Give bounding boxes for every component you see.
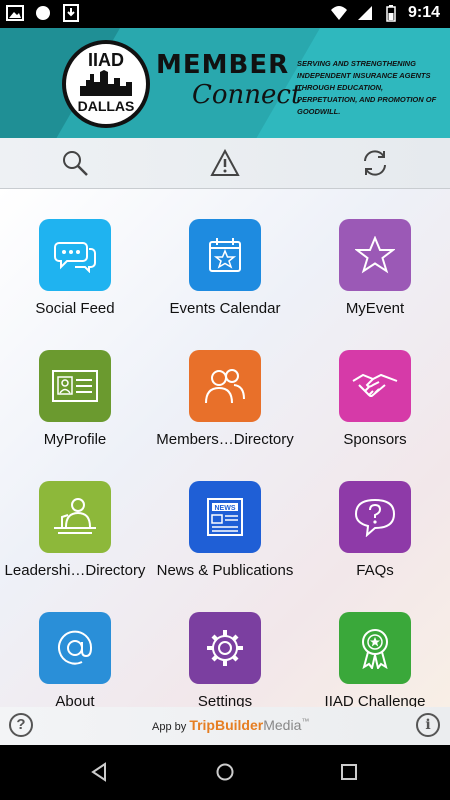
tile-events-calendar[interactable]: Events Calendar — [150, 189, 300, 320]
tile-icon-bg — [39, 219, 111, 291]
tile-icon-bg — [39, 481, 111, 553]
tile-news-publications[interactable]: NEWS News & Publications — [150, 451, 300, 582]
tile-about[interactable]: About — [0, 582, 150, 707]
gallery-icon — [6, 5, 24, 21]
tile-social-feed[interactable]: Social Feed — [0, 189, 150, 320]
search-icon — [63, 151, 88, 176]
info-button[interactable]: i — [416, 713, 440, 737]
battery-icon — [386, 5, 396, 22]
brand-media: Media — [263, 717, 302, 733]
tile-icon-bg — [339, 219, 411, 291]
tile-label: MyProfile — [43, 431, 107, 448]
recents-icon — [341, 764, 357, 780]
iiad-logo: IIAD DALLAS — [62, 40, 150, 128]
record-icon — [36, 6, 50, 20]
tile-icon-bg — [189, 612, 261, 684]
tile-label: Leadershi…Directory — [4, 562, 146, 579]
tile-label: Settings — [197, 693, 253, 707]
logo-bottom-text: DALLAS — [77, 98, 135, 114]
tile-icon-bg — [39, 350, 111, 422]
sync-icon — [364, 150, 386, 176]
tile-sponsors[interactable]: Sponsors — [300, 320, 450, 451]
connect-title: Connect — [192, 80, 302, 110]
question-bubble-icon — [354, 498, 396, 537]
tile-faqs[interactable]: FAQs — [300, 451, 450, 582]
tile-label: Members…Directory — [156, 431, 294, 448]
recents-button[interactable] — [334, 757, 364, 787]
member-title: MEMBER — [156, 50, 290, 80]
tile-label: About — [55, 693, 95, 707]
tile-label: Events Calendar — [169, 300, 281, 317]
trademark: ™ — [301, 717, 310, 726]
tile-icon-bg — [189, 350, 261, 422]
back-icon — [91, 762, 106, 782]
toolbar — [0, 138, 450, 189]
award-icon — [362, 629, 388, 669]
at-icon — [58, 630, 93, 665]
back-button[interactable] — [84, 757, 114, 787]
tile-settings[interactable]: Settings — [150, 582, 300, 707]
logo-top-text: IIAD — [88, 50, 124, 70]
tile-label: MyEvent — [345, 300, 405, 317]
help-button[interactable]: ? — [9, 713, 33, 737]
signal-icon — [357, 6, 372, 20]
id-card-icon — [52, 370, 98, 402]
download-icon — [63, 4, 79, 22]
tile-icon-bg — [339, 481, 411, 553]
skyline-icon — [80, 70, 132, 96]
alert-icon — [210, 149, 240, 176]
app-footer: ? App by TripBuilderMedia™ i — [0, 707, 450, 745]
menu-grid: Social Feed Events Calendar MyEvent MyPr… — [0, 189, 450, 707]
status-time: 9:14 — [407, 4, 440, 21]
tagline: SERVING AND STRENGTHENING INDEPENDENT IN… — [297, 59, 437, 116]
home-button[interactable] — [210, 757, 240, 787]
status-bar: 9:14 — [0, 0, 450, 28]
brand-tripbuilder: TripBuilder — [189, 717, 264, 733]
tile-icon-bg — [39, 612, 111, 684]
tile-myevent[interactable]: MyEvent — [300, 189, 450, 320]
sync-button[interactable] — [358, 147, 392, 179]
tile-label: News & Publications — [156, 562, 294, 579]
people-icon — [205, 369, 245, 404]
chat-icon — [54, 242, 96, 273]
wifi-icon — [330, 6, 347, 20]
home-icon — [216, 763, 234, 781]
podium-icon — [54, 498, 96, 534]
search-button[interactable] — [58, 147, 92, 179]
tile-myprofile[interactable]: MyProfile — [0, 320, 150, 451]
tile-label: Social Feed — [35, 300, 115, 317]
tile-iiad-challenge[interactable]: IIAD Challenge — [300, 582, 450, 707]
tile-icon-bg — [339, 612, 411, 684]
calendar-icon — [209, 238, 241, 272]
app-by-text: App by — [152, 721, 187, 733]
tile-leadership-directory[interactable]: Leadershi…Directory — [0, 451, 150, 582]
svg-text:NEWS: NEWS — [215, 505, 236, 512]
tile-label: IIAD Challenge — [324, 693, 426, 707]
newspaper-icon: NEWS — [207, 498, 243, 536]
tile-label: Sponsors — [343, 431, 407, 448]
app-banner: IIAD DALLAS MEMBER Connect SERVING AND S… — [0, 28, 450, 138]
android-navbar — [0, 745, 450, 800]
tile-icon-bg — [189, 219, 261, 291]
gear-icon — [207, 630, 243, 666]
tile-icon-bg: NEWS — [189, 481, 261, 553]
footer-credit: App by TripBuilderMedia™ — [152, 717, 309, 733]
tile-members-directory[interactable]: Members…Directory — [150, 320, 300, 451]
star-icon — [355, 236, 395, 274]
alerts-button[interactable] — [208, 147, 242, 179]
handshake-icon — [352, 373, 398, 397]
tile-icon-bg — [339, 350, 411, 422]
tile-label: FAQs — [356, 562, 394, 579]
